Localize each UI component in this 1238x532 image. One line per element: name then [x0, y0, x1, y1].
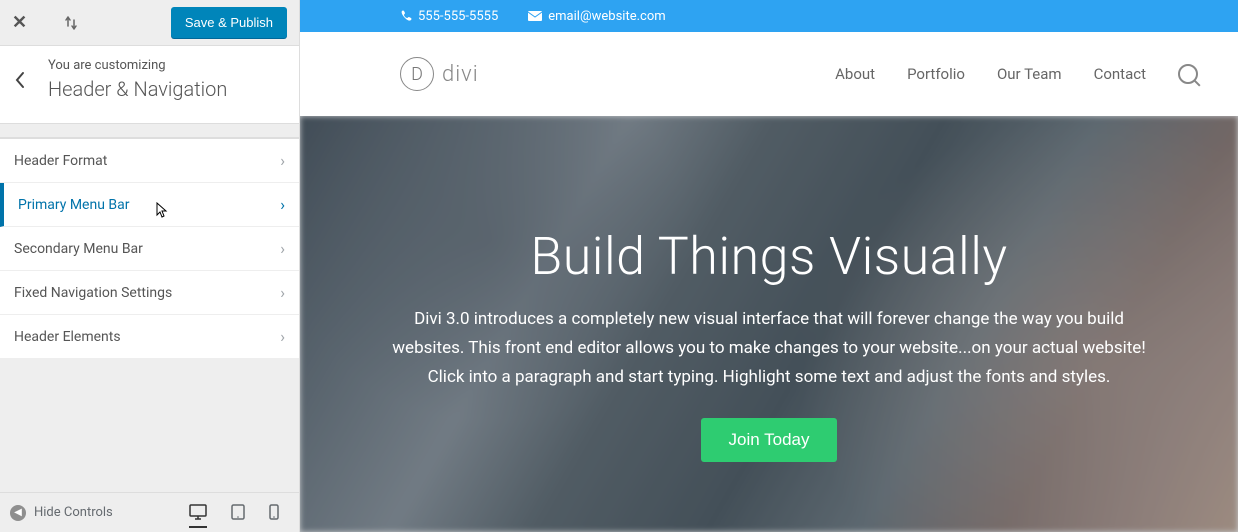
section-secondary-menu-bar[interactable]: Secondary Menu Bar › [0, 227, 299, 271]
panel-subtitle: You are customizing [48, 58, 227, 73]
divider [0, 124, 299, 138]
close-icon[interactable]: ✕ [12, 12, 27, 33]
nav-about[interactable]: About [835, 65, 875, 83]
hide-controls-button[interactable]: ◀ Hide Controls [10, 505, 113, 521]
nav-portfolio[interactable]: Portfolio [907, 65, 965, 83]
save-publish-button[interactable]: Save & Publish [171, 7, 287, 38]
email-item[interactable]: email@website.com [528, 9, 665, 24]
search-icon[interactable] [1178, 64, 1198, 84]
customizer-sidebar: ✕ Save & Publish You are customizing Hea… [0, 0, 300, 532]
chevron-right-icon: › [280, 195, 285, 214]
hero-body-text: Divi 3.0 introduces a completely new vis… [389, 305, 1149, 392]
section-header-elements[interactable]: Header Elements › [0, 315, 299, 359]
primary-nav-header: D divi About Portfolio Our Team Contact [300, 32, 1238, 116]
collapse-icon: ◀ [10, 505, 26, 521]
chevron-right-icon: › [280, 151, 285, 170]
panel-title: Header & Navigation [48, 77, 227, 101]
section-list: Header Format › Primary Menu Bar › Secon… [0, 138, 299, 359]
logo-text: divi [442, 62, 479, 87]
logo-circle-icon: D [400, 57, 434, 91]
phone-item[interactable]: 555-555-5555 [400, 9, 498, 24]
device-preview-icons [189, 504, 289, 522]
preview-pane: 555-555-5555 email@website.com D divi Ab… [300, 0, 1238, 532]
phone-icon [400, 10, 412, 22]
nav-contact[interactable]: Contact [1094, 65, 1146, 83]
chevron-right-icon: › [280, 327, 285, 346]
section-label: Fixed Navigation Settings [14, 285, 172, 301]
hide-controls-label: Hide Controls [34, 505, 113, 520]
section-label: Primary Menu Bar [18, 197, 130, 213]
nav-menu: About Portfolio Our Team Contact [835, 64, 1198, 84]
section-fixed-navigation-settings[interactable]: Fixed Navigation Settings › [0, 271, 299, 315]
sidebar-footer: ◀ Hide Controls [0, 492, 299, 532]
join-today-button[interactable]: Join Today [701, 418, 838, 462]
sidebar-top-bar: ✕ Save & Publish [0, 0, 299, 46]
reorder-icon[interactable] [63, 15, 79, 31]
nav-our-team[interactable]: Our Team [997, 65, 1062, 83]
hero-section: Build Things Visually Divi 3.0 introduce… [300, 116, 1238, 532]
secondary-topbar: 555-555-5555 email@website.com [300, 0, 1238, 32]
section-header-format[interactable]: Header Format › [0, 139, 299, 183]
panel-header: You are customizing Header & Navigation [0, 46, 299, 124]
mail-icon [528, 11, 542, 21]
desktop-icon[interactable] [189, 504, 207, 528]
panel-title-wrap: You are customizing Header & Navigation [48, 58, 227, 101]
mobile-icon[interactable] [269, 504, 279, 522]
tablet-icon[interactable] [231, 504, 245, 522]
email-text: email@website.com [548, 9, 665, 24]
chevron-right-icon: › [280, 283, 285, 302]
section-label: Header Format [14, 153, 107, 169]
logo[interactable]: D divi [400, 57, 479, 91]
hero-title: Build Things Visually [530, 226, 1007, 287]
section-label: Header Elements [14, 329, 121, 345]
section-primary-menu-bar[interactable]: Primary Menu Bar › [0, 183, 299, 227]
chevron-right-icon: › [280, 239, 285, 258]
section-label: Secondary Menu Bar [14, 241, 143, 257]
phone-text: 555-555-5555 [418, 9, 498, 24]
back-icon[interactable] [14, 71, 26, 89]
